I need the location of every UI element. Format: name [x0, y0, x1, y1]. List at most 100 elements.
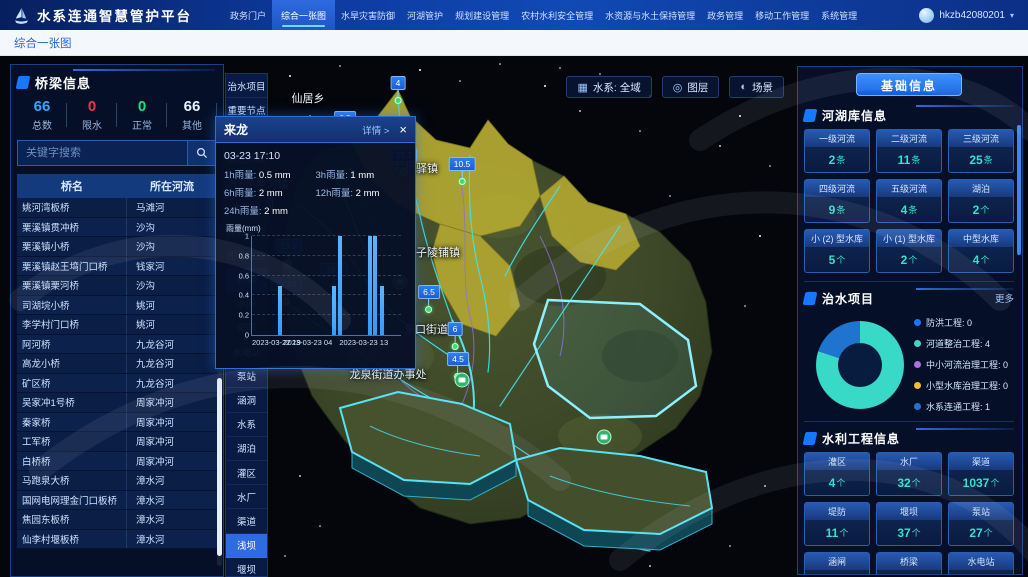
scrollbar-thumb[interactable]	[217, 378, 222, 555]
nav-item[interactable]: 政务门户	[224, 0, 272, 30]
table-row[interactable]: 阿河桥 九龙谷河	[17, 335, 217, 355]
detail-link[interactable]: 详情 >	[362, 123, 389, 137]
table-row[interactable]: 工军桥 周家冲河	[17, 432, 217, 452]
layer-menu-item[interactable]: 堰坝	[226, 558, 267, 577]
rain-bar	[380, 286, 384, 336]
right-panel-scrollbar[interactable]	[1017, 125, 1021, 255]
stat-card[interactable]: 灌区 4个	[804, 452, 870, 496]
bridge-name-cell: 吴家冲1号桥	[17, 393, 127, 412]
card-label: 二级河流	[877, 130, 941, 147]
bridge-stat: 66 其他	[167, 98, 217, 132]
card-value: 5个	[805, 247, 869, 272]
map-control-button[interactable]: ◎ 图层	[662, 76, 720, 98]
nav-item[interactable]: 系统管理	[815, 0, 863, 30]
nav-item[interactable]: 河湖管护	[401, 0, 449, 30]
camera-marker-icon[interactable]	[597, 430, 612, 445]
stat-card[interactable]: 中型水库 4个	[948, 229, 1014, 273]
stat-card[interactable]: 三级河流 25条	[948, 129, 1014, 173]
layer-menu-item[interactable]: 水系	[226, 413, 267, 437]
river-cell: 漳水河	[127, 532, 217, 546]
layer-menu-item[interactable]: 浅坝	[226, 534, 267, 558]
card-value: 11个	[805, 520, 869, 545]
layer-menu-item[interactable]: 湖泊	[226, 437, 267, 461]
nav-item[interactable]: 移动工作管理	[749, 0, 815, 30]
camera-marker-icon[interactable]	[455, 373, 470, 388]
table-row[interactable]: 栗溪镇赵王塆门口桥 钱家河	[17, 257, 217, 277]
stat-card[interactable]: 四级河流 9条	[804, 179, 870, 223]
table-row[interactable]: 高龙小桥 九龙谷河	[17, 354, 217, 374]
water-level-marker[interactable]: 4	[391, 76, 406, 104]
table-row[interactable]: 姚河湾板桥 马滩河	[17, 198, 217, 218]
card-value: 47个	[805, 570, 869, 575]
stat-card[interactable]: 湖泊 2个	[948, 179, 1014, 223]
close-icon[interactable]: ×	[399, 123, 407, 136]
card-value: 2个	[877, 247, 941, 272]
y-tick: 0.6	[239, 271, 249, 280]
stat-card[interactable]: 堰坝 37个	[876, 502, 942, 546]
stat-card[interactable]: 水厂 32个	[876, 452, 942, 496]
stat-card[interactable]: 五级河流 4条	[876, 179, 942, 223]
basic-info-button[interactable]: 基础信息	[856, 73, 962, 96]
table-row[interactable]: 矿区桥 九龙谷河	[17, 374, 217, 394]
metric-label: 24h雨量:	[224, 206, 264, 217]
table-row[interactable]: 吴家冲1号桥 周家冲河	[17, 393, 217, 413]
table-row[interactable]: 国网电网理金门口板桥 漳水河	[17, 491, 217, 511]
table-row[interactable]: 栗溪镇小桥 沙沟	[17, 237, 217, 257]
bridge-stat: 0 限水	[67, 98, 117, 132]
water-level-marker[interactable]: 6.5	[418, 285, 440, 313]
layer-menu-item[interactable]: 涵洞	[226, 388, 267, 412]
map-control-button[interactable]: ▦ 水系: 全域	[566, 76, 651, 98]
water-level-marker[interactable]: 6	[448, 322, 463, 350]
table-row[interactable]: 白桥桥 周家冲河	[17, 452, 217, 472]
table-row[interactable]: 栗溪镇贯冲桥 沙沟	[17, 218, 217, 238]
table-row[interactable]: 焦园东板桥 漳水河	[17, 510, 217, 530]
card-unit: 个	[836, 253, 845, 266]
card-unit: 条	[908, 203, 917, 216]
stat-card[interactable]: 泵站 27个	[948, 502, 1014, 546]
stat-card[interactable]: 二级河流 11条	[876, 129, 942, 173]
stat-card[interactable]: 堤防 11个	[804, 502, 870, 546]
table-row[interactable]: 秦家桥 周家冲河	[17, 413, 217, 433]
layer-menu-item[interactable]: 水厂	[226, 485, 267, 509]
search-input[interactable]	[17, 140, 187, 166]
nav-item[interactable]: 综合一张图	[272, 0, 335, 30]
layer-menu-item[interactable]: 灌区	[226, 461, 267, 485]
stat-card[interactable]: 小 (2) 型水库 5个	[804, 229, 870, 273]
stat-card[interactable]: 涵闸 47个	[804, 552, 870, 575]
marker-dot	[451, 343, 458, 350]
stat-card[interactable]: 水电站 3个	[948, 552, 1014, 575]
stat-card[interactable]: 渠道 1037个	[948, 452, 1014, 496]
nav-item[interactable]: 水旱灾害防御	[335, 0, 401, 30]
stat-value: 0	[117, 98, 167, 115]
layer-menu-item[interactable]: 渠道	[226, 509, 267, 533]
nav-item[interactable]: 规划建设管理	[449, 0, 515, 30]
water-sail-logo-icon	[12, 6, 31, 25]
more-link[interactable]: 更多	[995, 291, 1014, 305]
river-cell: 周家冲河	[127, 454, 217, 468]
stat-card[interactable]: 桥梁 66个	[876, 552, 942, 575]
popup-timestamp: 03-23 17:10	[224, 150, 407, 162]
table-row[interactable]: 仙李村堰板桥 漳水河	[17, 530, 217, 550]
breadcrumb: 综合一张图	[14, 35, 72, 51]
marker-stem	[454, 336, 455, 343]
water-level-marker[interactable]: 10.5	[449, 157, 476, 185]
table-row[interactable]: 李学村门口桥 姚河	[17, 315, 217, 335]
search-button[interactable]	[187, 140, 217, 166]
y-tick: 0.2	[239, 311, 249, 320]
stat-card[interactable]: 小 (1) 型水库 2个	[876, 229, 942, 273]
table-row[interactable]: 马跑泉大桥 漳水河	[17, 471, 217, 491]
nav-item[interactable]: 政务管理	[701, 0, 749, 30]
map-control-button[interactable]: ◐ 场景	[729, 76, 784, 98]
nav-item[interactable]: 农村水利安全管理	[515, 0, 599, 30]
legend-item: 水系连通工程: 1	[914, 400, 1008, 413]
layer-menu-item[interactable]: 治水项目	[226, 74, 267, 98]
table-row[interactable]: 司湖垸小桥 姚河	[17, 296, 217, 316]
bridge-name-cell: 栗溪镇赵王塆门口桥	[17, 257, 127, 276]
nav-item[interactable]: 水资源与水土保持管理	[599, 0, 701, 30]
user-name: hkzb42080201	[939, 10, 1005, 21]
card-unit: 条	[836, 153, 845, 166]
legend-label: 河道整治工程: 4	[926, 337, 990, 350]
stat-card[interactable]: 一级河流 2条	[804, 129, 870, 173]
user-menu[interactable]: hkzb42080201 ▾	[919, 8, 1028, 23]
table-row[interactable]: 栗溪镇栗河桥 沙沟	[17, 276, 217, 296]
